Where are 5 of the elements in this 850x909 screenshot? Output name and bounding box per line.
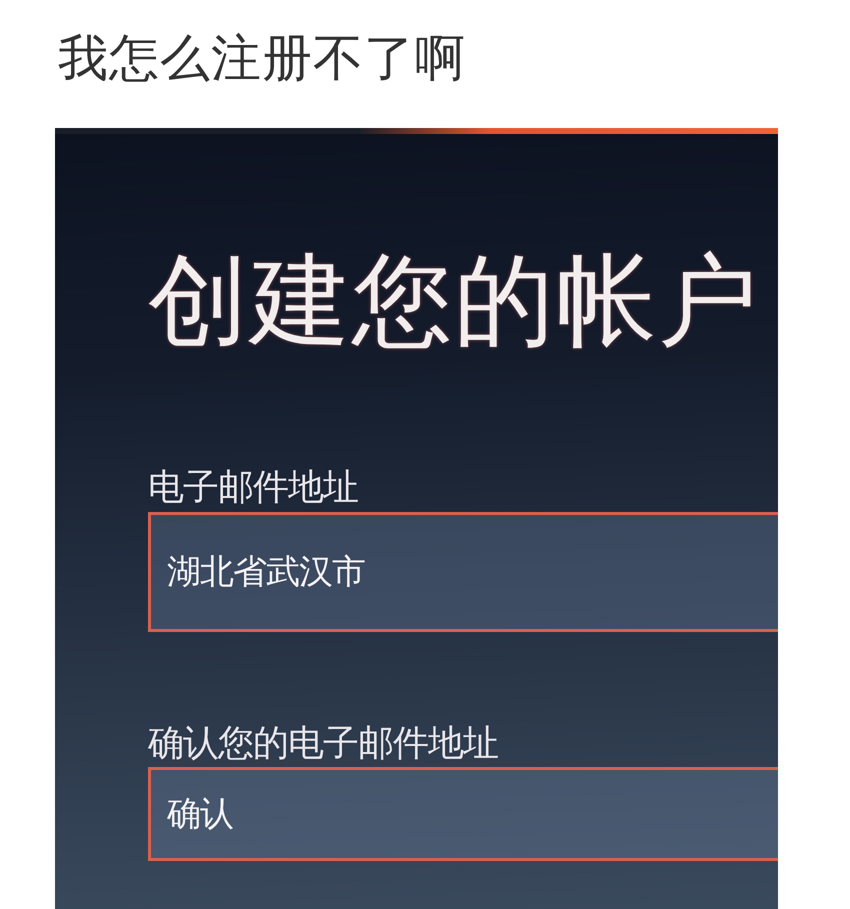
field-label: 电子邮件地址 (148, 468, 359, 508)
email-field[interactable]: 湖北省武汉市 (148, 512, 778, 632)
field-label: 确认您的电子邮件地址 (148, 724, 499, 764)
post-caption: 我怎么注册不了啊 (58, 33, 466, 83)
form-title: 创建您的帐户 (148, 246, 761, 356)
